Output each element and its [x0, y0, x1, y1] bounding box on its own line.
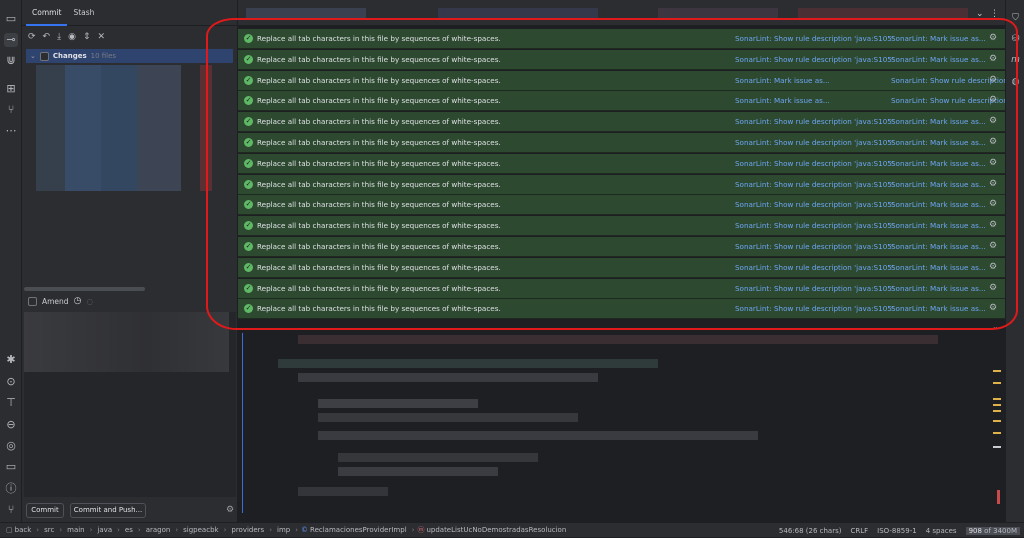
- breadcrumb-item[interactable]: sigpeacbk: [181, 526, 220, 534]
- chevron-down-icon[interactable]: ⌄: [30, 52, 36, 60]
- redacted-code-line: [338, 453, 538, 462]
- breadcrumb-item[interactable]: es: [123, 526, 135, 534]
- info-marker[interactable]: [993, 446, 1001, 448]
- redacted-code-line: [298, 487, 388, 496]
- code-editor[interactable]: [238, 321, 1005, 522]
- redacted-code-line: [318, 431, 758, 440]
- tab-stash[interactable]: Stash: [67, 0, 100, 26]
- memory-used: 908: [968, 526, 982, 535]
- services-icon[interactable]: ◎: [4, 439, 18, 453]
- breadcrumb-item[interactable]: ReclamacionesProviderImpl: [308, 526, 409, 534]
- left-tool-strip: ▭ ⊸ ⋓ ⊞ ⑂ ⋯ ✱ ⊙ ⊤ ⊖ ◎ ▭ ⓘ ⑂: [0, 0, 22, 537]
- commit-and-push-button[interactable]: Commit and Push...: [70, 503, 146, 518]
- warning-marker[interactable]: [993, 410, 1001, 412]
- method-icon: ⓜ: [417, 526, 425, 534]
- rollback-icon[interactable]: ↶: [43, 32, 51, 42]
- annotation-outline: [206, 18, 1018, 330]
- update-download-icon[interactable]: ⤓: [57, 32, 61, 42]
- info-icon[interactable]: ⓘ: [4, 482, 18, 496]
- structure-icon[interactable]: ⊞: [4, 82, 18, 96]
- merge-icon[interactable]: ⋓: [4, 54, 18, 68]
- redacted-file-list: [36, 65, 181, 191]
- redacted-code-line: [318, 399, 478, 408]
- problems-icon[interactable]: ⊖: [4, 418, 18, 432]
- redacted-code-line: [278, 359, 658, 368]
- status-right: 546:68 (26 chars) CRLF ISO-8859-1 4 spac…: [779, 523, 1024, 538]
- status-bar: ▢ back › src › main › java › es › aragon › sig…: [0, 522, 1024, 537]
- vcs-root-icon: ▢: [6, 526, 13, 534]
- debug-bug-icon[interactable]: ✱: [4, 353, 18, 367]
- class-icon: ©: [301, 526, 309, 534]
- breadcrumb-item[interactable]: imp: [275, 526, 292, 534]
- memory-indicator[interactable]: 908 of 3400M: [965, 526, 1020, 535]
- project-folder-icon[interactable]: ▭: [4, 12, 18, 26]
- changes-group-row[interactable]: ⌄ Changes 10 files: [26, 49, 233, 63]
- commit-tool-icon[interactable]: ⊸: [4, 33, 18, 47]
- breadcrumb-item[interactable]: updateListUcNoDemostradasResolucion: [424, 526, 568, 534]
- expand-icon[interactable]: ⇕: [83, 32, 91, 42]
- build-hammer-icon[interactable]: ⊤: [4, 396, 18, 410]
- git-branch-icon[interactable]: ⑂: [4, 503, 18, 517]
- file-encoding[interactable]: ISO-8859-1: [877, 527, 917, 535]
- loading-icon: ◌: [86, 296, 93, 306]
- changes-label: Changes: [52, 52, 87, 60]
- horizontal-scrollbar[interactable]: [24, 287, 145, 291]
- breadcrumb-item[interactable]: main: [65, 526, 87, 534]
- run-icon[interactable]: ⊙: [4, 375, 18, 389]
- pull-requests-icon[interactable]: ⑂: [4, 103, 18, 117]
- commit-toolbar: ⟳ ↶ ⤓ ◉ ⇕ ✕: [22, 26, 237, 48]
- commit-message-input[interactable]: [24, 312, 236, 497]
- breadcrumb-item[interactable]: back: [13, 526, 34, 534]
- tab-commit[interactable]: Commit: [26, 0, 68, 26]
- commit-options-gear-icon[interactable]: ⚙: [226, 505, 234, 515]
- changes-count: 10 files: [90, 52, 117, 60]
- redacted-commit-message: [24, 312, 229, 372]
- caret-position[interactable]: 546:68 (26 chars): [779, 527, 842, 535]
- show-diff-eye-icon[interactable]: ◉: [68, 32, 76, 42]
- warning-marker[interactable]: [993, 370, 1001, 372]
- warning-marker[interactable]: [993, 404, 1001, 406]
- changed-lines-gutter: [242, 333, 243, 513]
- commit-tabs: Commit Stash: [22, 0, 237, 26]
- warning-marker[interactable]: [993, 398, 1001, 400]
- amend-checkbox[interactable]: [28, 296, 37, 306]
- breadcrumb-item[interactable]: aragon: [144, 526, 173, 534]
- line-ending[interactable]: CRLF: [850, 527, 868, 535]
- amend-label: Amend: [42, 296, 69, 306]
- warning-marker[interactable]: [993, 420, 1001, 422]
- memory-total: of 3400M: [984, 526, 1017, 535]
- breadcrumb: ▢ back › src › main › java › es › aragon › sig…: [6, 526, 568, 534]
- error-marker[interactable]: [997, 490, 1000, 504]
- more-tools-icon[interactable]: ⋯: [4, 124, 18, 138]
- indent-setting[interactable]: 4 spaces: [926, 527, 957, 535]
- warning-marker[interactable]: [993, 382, 1001, 384]
- breadcrumb-item[interactable]: providers: [229, 526, 266, 534]
- redacted-code-line: [318, 413, 578, 422]
- changes-checkbox[interactable]: [39, 51, 49, 61]
- commit-button[interactable]: Commit: [26, 503, 64, 518]
- warning-marker[interactable]: [993, 432, 1001, 434]
- breadcrumb-item[interactable]: java: [95, 526, 114, 534]
- collapse-icon[interactable]: ✕: [97, 32, 105, 42]
- amend-row: Amend ◷ ◌: [28, 296, 93, 306]
- terminal-icon[interactable]: ▭: [4, 460, 18, 474]
- refresh-icon[interactable]: ⟳: [28, 32, 36, 42]
- redacted-code-line: [338, 467, 498, 476]
- redacted-code-line: [298, 335, 938, 344]
- history-clock-icon[interactable]: ◷: [74, 296, 82, 306]
- redacted-code-line: [298, 373, 598, 382]
- breadcrumb-item[interactable]: src: [42, 526, 56, 534]
